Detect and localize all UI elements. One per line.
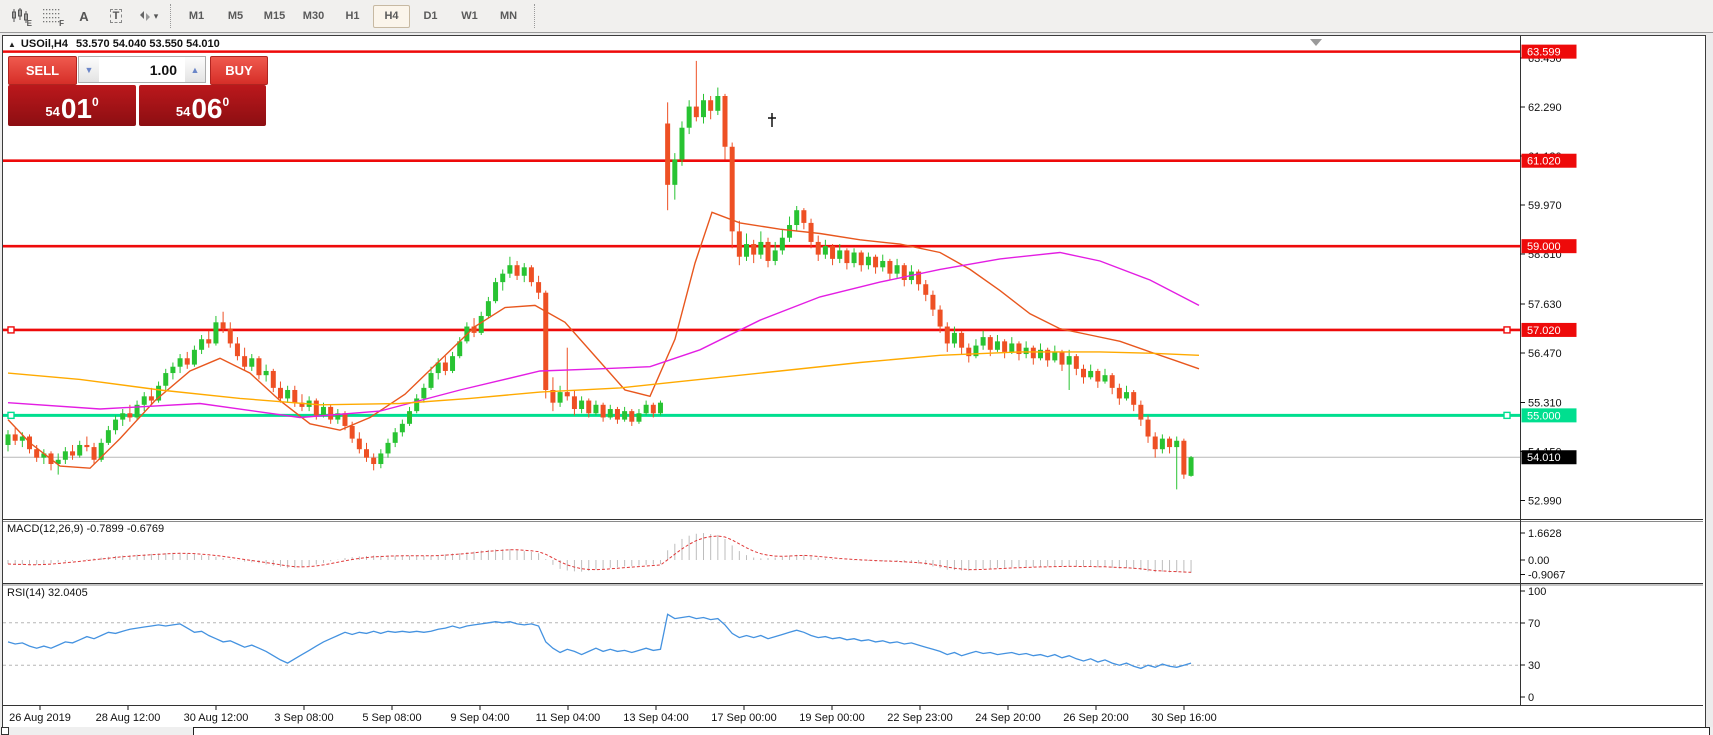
ask-price-sup: 0 — [222, 85, 229, 119]
svg-text:70: 70 — [1528, 618, 1540, 630]
toolbar-separator — [534, 4, 535, 28]
price-axis-ticks: 63.45062.29061.13059.97058.81057.63056.4… — [1520, 53, 1562, 507]
buy-button[interactable]: BUY — [210, 56, 268, 85]
macd-layer: 1.6628 0.00 -0.9067 — [8, 528, 1565, 582]
text-font-icon[interactable]: A — [68, 2, 100, 30]
svg-text:22 Sep 23:00: 22 Sep 23:00 — [887, 712, 952, 724]
svg-text:9 Sep 04:00: 9 Sep 04:00 — [450, 712, 509, 724]
svg-text:57.630: 57.630 — [1528, 299, 1562, 311]
svg-text:54.010: 54.010 — [1527, 452, 1561, 464]
svg-text:57.020: 57.020 — [1527, 325, 1561, 337]
toolbar: EFAT▾ M1M5M15M30H1H4D1W1MN — [0, 0, 1713, 33]
svg-text:26 Sep 20:00: 26 Sep 20:00 — [1063, 712, 1128, 724]
timeframe-group: M1M5M15M30H1H4D1W1MN — [177, 5, 528, 28]
svg-text:63.599: 63.599 — [1527, 47, 1561, 59]
grid-icon[interactable]: F — [36, 2, 68, 30]
cross-marker — [768, 113, 776, 127]
svg-text:1.6628: 1.6628 — [1528, 528, 1562, 540]
arrange-arrows-icon[interactable]: ▾ — [132, 2, 164, 30]
macd-indicator-label: MACD(12,26,9) -0.7899 -0.6769 — [7, 523, 164, 535]
bid-price-small: 54 — [45, 102, 59, 122]
svg-text:55.000: 55.000 — [1527, 410, 1561, 422]
text-label-icon[interactable]: T — [100, 2, 132, 30]
trading-terminal-screen: EFAT▾ M1M5M15M30H1H4D1W1MN 63.45062.2906… — [0, 0, 1713, 735]
svg-text:30 Sep 16:00: 30 Sep 16:00 — [1151, 712, 1216, 724]
timeframe-M5[interactable]: M5 — [217, 5, 254, 28]
svg-text:19 Sep 00:00: 19 Sep 00:00 — [799, 712, 864, 724]
rsi-layer: 100 70 30 0 — [3, 586, 1546, 704]
svg-text:-0.9067: -0.9067 — [1528, 570, 1565, 582]
symbol-name: USOil,H4 — [21, 38, 68, 50]
svg-text:62.290: 62.290 — [1528, 102, 1562, 114]
timeframe-M30[interactable]: M30 — [295, 5, 332, 28]
bid-price-sup: 0 — [92, 85, 99, 119]
collapse-triangle-icon[interactable]: ▲ — [8, 40, 16, 49]
svg-text:26 Aug 2019: 26 Aug 2019 — [9, 712, 71, 724]
svg-text:30 Aug 12:00: 30 Aug 12:00 — [184, 712, 249, 724]
svg-text:100: 100 — [1528, 586, 1546, 598]
bid-price-big: 01 — [61, 96, 92, 122]
timeframe-W1[interactable]: W1 — [451, 5, 488, 28]
volume-decrease-button[interactable]: ▼ — [78, 56, 99, 83]
time-axis: 26 Aug 2019 28 Aug 12:00 30 Aug 12:00 3 Sep… — [9, 706, 1217, 724]
svg-text:3 Sep 08:00: 3 Sep 08:00 — [274, 712, 333, 724]
toolbar-separator — [170, 4, 171, 28]
chart-window: 63.45062.29061.13059.97058.81057.63056.4… — [2, 35, 1706, 728]
bottom-strip-tab — [1, 727, 9, 735]
svg-text:30: 30 — [1528, 660, 1540, 672]
svg-text:0: 0 — [1528, 692, 1534, 704]
chart-menu-triangle-icon[interactable] — [1310, 39, 1322, 46]
svg-text:52.990: 52.990 — [1528, 495, 1562, 507]
svg-text:24 Sep 20:00: 24 Sep 20:00 — [975, 712, 1040, 724]
volume-increase-button[interactable]: ▲ — [185, 56, 206, 83]
bottom-strip — [0, 727, 1713, 735]
rsi-indicator-label: RSI(14) 32.0405 — [7, 587, 88, 599]
trade-widget: SELL ▼ ▲ BUY 54010 54060 — [8, 56, 266, 126]
timeframe-H4[interactable]: H4 — [373, 5, 410, 28]
toolbar-icon-group: EFAT▾ — [4, 2, 164, 30]
svg-text:0.00: 0.00 — [1528, 555, 1549, 567]
timeframe-D1[interactable]: D1 — [412, 5, 449, 28]
candlestick-chart-icon[interactable]: E — [4, 2, 36, 30]
timeframe-M1[interactable]: M1 — [178, 5, 215, 28]
svg-text:61.020: 61.020 — [1527, 156, 1561, 168]
bid-price-panel[interactable]: 54010 — [8, 85, 136, 126]
svg-text:13 Sep 04:00: 13 Sep 04:00 — [623, 712, 688, 724]
bottom-strip-bar — [193, 727, 1710, 735]
chart-canvas[interactable]: 63.45062.29061.13059.97058.81057.63056.4… — [3, 36, 1703, 725]
ask-price-big: 06 — [191, 96, 222, 122]
svg-text:11 Sep 04:00: 11 Sep 04:00 — [536, 712, 601, 724]
ask-price-panel[interactable]: 54060 — [139, 85, 266, 126]
svg-text:56.470: 56.470 — [1528, 348, 1562, 360]
symbol-ohlc-values: 53.570 54.040 53.550 54.010 — [76, 38, 220, 50]
svg-text:59.000: 59.000 — [1527, 241, 1561, 253]
ma-fast-line — [8, 212, 1199, 468]
svg-text:17 Sep 00:00: 17 Sep 00:00 — [711, 712, 776, 724]
svg-text:5 Sep 08:00: 5 Sep 08:00 — [362, 712, 421, 724]
ask-price-small: 54 — [176, 102, 190, 122]
sell-button[interactable]: SELL — [8, 56, 77, 85]
timeframe-H1[interactable]: H1 — [334, 5, 371, 28]
svg-text:55.310: 55.310 — [1528, 397, 1562, 409]
symbol-info: ▲ USOil,H4 53.570 54.040 53.550 54.010 — [8, 38, 220, 50]
volume-input[interactable] — [99, 56, 185, 83]
svg-text:59.970: 59.970 — [1528, 200, 1562, 212]
timeframe-MN[interactable]: MN — [490, 5, 527, 28]
timeframe-M15[interactable]: M15 — [256, 5, 293, 28]
svg-text:28 Aug 12:00: 28 Aug 12:00 — [96, 712, 161, 724]
